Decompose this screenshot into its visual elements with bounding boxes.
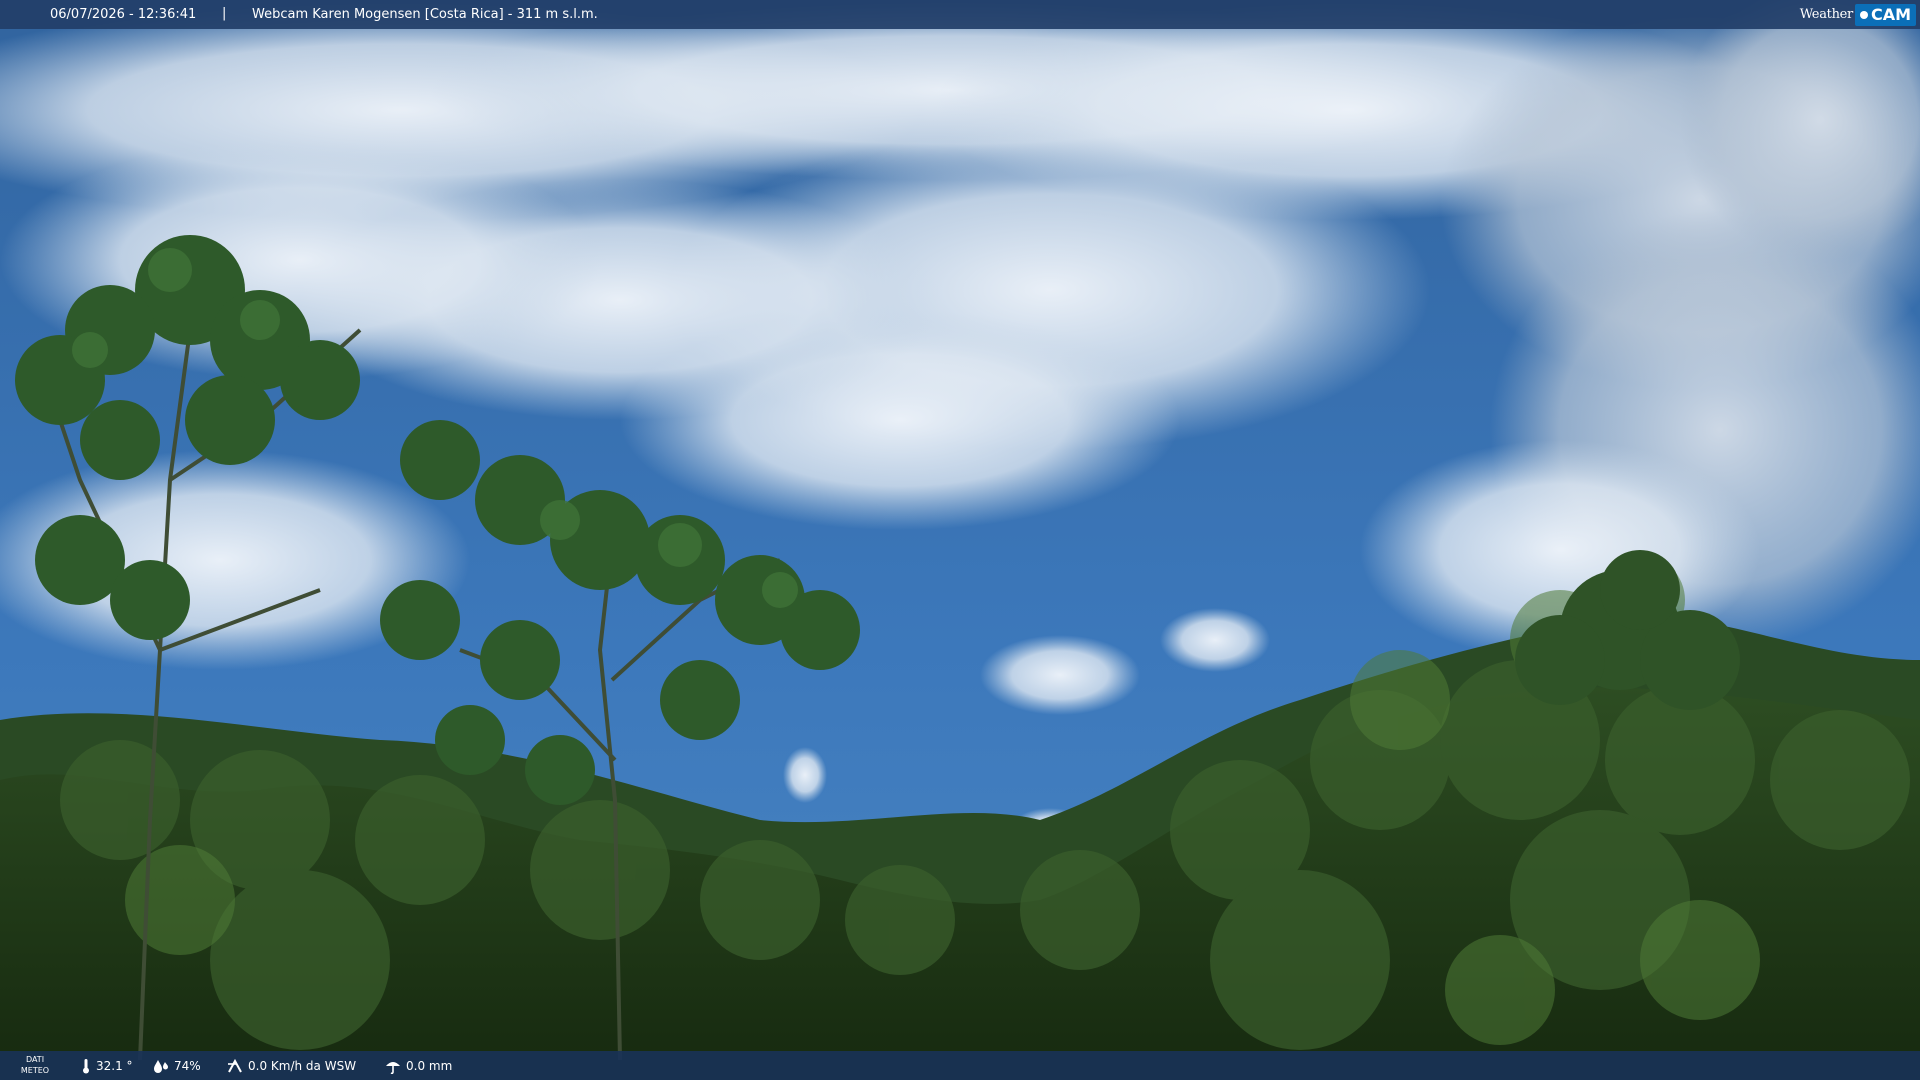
logo-dot-icon xyxy=(1859,10,1868,19)
humidity-drop-icon xyxy=(154,1060,168,1073)
webcam-title: Webcam Karen Mogensen [Costa Rica] - 311… xyxy=(252,7,598,22)
top-info-bar: 06/07/2026 - 12:36:41 | Webcam Karen Mog… xyxy=(0,0,1920,29)
timestamp: 06/07/2026 - 12:36:41 xyxy=(50,7,197,22)
humidity-value: 74% xyxy=(174,1059,201,1073)
rain-item: 0.0 mm xyxy=(384,1058,452,1074)
dati-meteo-label: DATI METEO xyxy=(20,1054,50,1076)
humidity-item: 74% xyxy=(152,1058,201,1074)
dati-label-line2: METEO xyxy=(20,1066,50,1075)
wind-value: 0.0 Km/h da WSW xyxy=(248,1059,357,1073)
logo-cam-text: CAM xyxy=(1870,4,1911,24)
rain-value: 0.0 mm xyxy=(406,1059,453,1073)
weather-data-bar: DATI METEO 32.1 ° 74% 0.0 Km/h da WSW 0.… xyxy=(0,1051,1920,1080)
webcam-image xyxy=(0,0,1920,1080)
wind-icon xyxy=(228,1058,242,1073)
thermometer-icon xyxy=(83,1059,89,1074)
logo-cam-badge: CAM xyxy=(1854,3,1916,26)
wind-item: 0.0 Km/h da WSW xyxy=(226,1058,356,1074)
temperature-value: 32.1 ° xyxy=(96,1059,133,1073)
temperature-item: 32.1 ° xyxy=(80,1058,133,1074)
rain-icon xyxy=(386,1062,400,1074)
separator: | xyxy=(222,6,227,21)
dati-label-line1: DATI xyxy=(25,1055,45,1064)
weathercam-logo[interactable]: Weather CAM xyxy=(1800,2,1916,27)
logo-weather-text: Weather xyxy=(1799,7,1853,22)
